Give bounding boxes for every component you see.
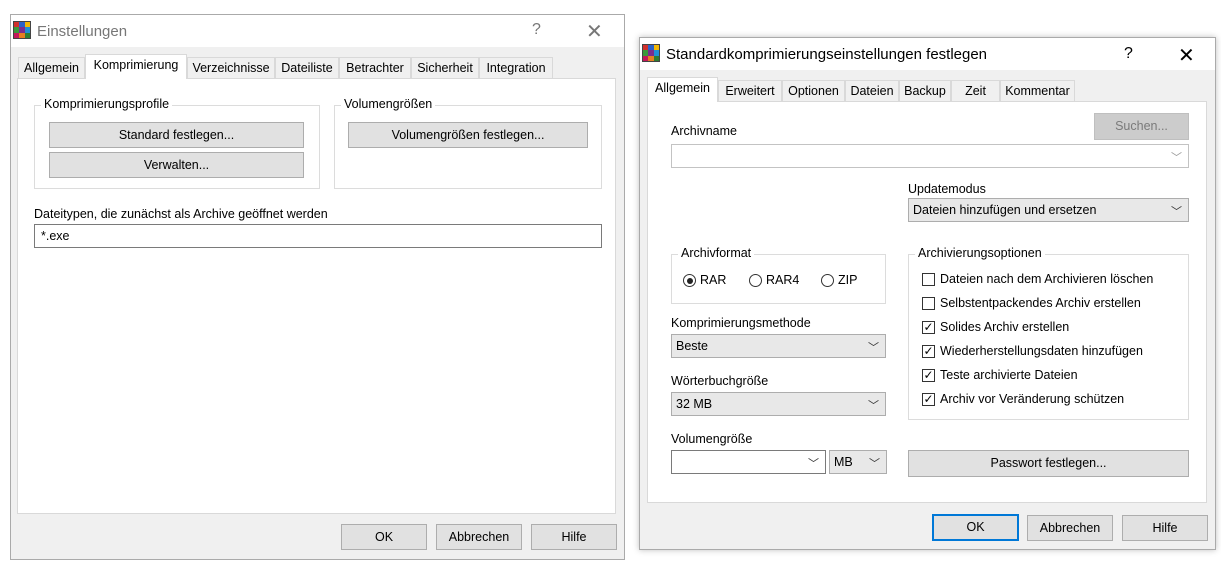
- radio-zip[interactable]: [821, 274, 834, 287]
- browse-button[interactable]: Suchen...: [1094, 113, 1189, 140]
- cancel-button[interactable]: Abbrechen: [1027, 515, 1113, 541]
- winrar-app-icon: [642, 44, 660, 62]
- dictionary-label: Wörterbuchgröße: [671, 374, 769, 388]
- chevron-down-icon: ﹀: [869, 458, 880, 470]
- tab-betrachter[interactable]: Betrachter: [339, 57, 411, 78]
- set-password-button[interactable]: Passwort festlegen...: [908, 450, 1189, 477]
- archiving-options-legend: Archivierungsoptionen: [915, 246, 1045, 260]
- tab-optionen[interactable]: Optionen: [782, 80, 845, 101]
- compression-titlebar: Standardkomprimierungseinstellungen fest…: [640, 38, 1215, 70]
- option-delete-label: Dateien nach dem Archivieren löschen: [940, 272, 1154, 286]
- method-select[interactable]: Beste ﹀: [671, 334, 886, 358]
- settings-titlebar: Einstellungen ? ✕: [11, 15, 624, 47]
- option-recovery-label: Wiederherstellungsdaten hinzufügen: [940, 344, 1143, 358]
- option-solid-label: Solides Archiv erstellen: [940, 320, 1070, 334]
- set-standard-button[interactable]: Standard festlegen...: [49, 122, 304, 148]
- method-label: Komprimierungsmethode: [671, 316, 811, 330]
- settings-dialog: Einstellungen ? ✕ Allgemein Komprimierun…: [10, 14, 625, 560]
- method-value: Beste: [676, 339, 708, 353]
- volume-unit-select[interactable]: MB ﹀: [829, 450, 887, 474]
- tab-komprimierung[interactable]: Komprimierung: [85, 54, 187, 79]
- archiving-options-group: Archivierungsoptionen Dateien nach dem A…: [908, 246, 1189, 420]
- update-mode-select[interactable]: Dateien hinzufügen und ersetzen ﹀: [908, 198, 1189, 222]
- radio-rar-label: RAR: [700, 273, 727, 287]
- tab-dateien[interactable]: Dateien: [845, 80, 899, 101]
- option-delete-checkbox[interactable]: [922, 273, 935, 286]
- volume-size-input[interactable]: ﹀: [671, 450, 826, 474]
- filetypes-input[interactable]: *.exe: [34, 224, 602, 248]
- volume-size-label: Volumengröße: [671, 432, 753, 446]
- manage-profiles-button[interactable]: Verwalten...: [49, 152, 304, 178]
- general-tab-panel: Archivname Suchen... ﹀ Updatemodus Datei…: [647, 101, 1207, 503]
- archive-name-label: Archivname: [671, 124, 737, 138]
- ok-button[interactable]: OK: [341, 524, 427, 550]
- archive-name-input[interactable]: ﹀: [671, 144, 1189, 168]
- compression-title: Standardkomprimierungseinstellungen fest…: [666, 46, 988, 63]
- help-icon[interactable]: ?: [532, 21, 541, 39]
- tab-zeit[interactable]: Zeit: [951, 80, 1000, 101]
- cancel-button[interactable]: Abbrechen: [436, 524, 522, 550]
- archive-format-legend: Archivformat: [678, 246, 755, 260]
- chevron-down-icon: ﹀: [1171, 206, 1182, 218]
- help-icon[interactable]: ?: [1124, 45, 1133, 63]
- tab-allgemein[interactable]: Allgemein: [18, 57, 85, 78]
- settings-title: Einstellungen: [37, 23, 128, 40]
- default-compression-dialog: Standardkomprimierungseinstellungen fest…: [639, 37, 1216, 550]
- update-mode-value: Dateien hinzufügen und ersetzen: [913, 203, 1097, 217]
- volume-unit-value: MB: [834, 455, 853, 469]
- tab-verzeichnisse[interactable]: Verzeichnisse: [187, 57, 275, 78]
- set-volume-sizes-button[interactable]: Volumengrößen festlegen...: [348, 122, 588, 148]
- volume-sizes-group: Volumengrößen Volumengrößen festlegen...: [334, 97, 602, 189]
- tab-allgemein[interactable]: Allgemein: [647, 77, 718, 102]
- option-sfx-label: Selbstentpackendes Archiv erstellen: [940, 296, 1141, 310]
- option-test-checkbox[interactable]: ✓: [922, 369, 935, 382]
- update-mode-label: Updatemodus: [908, 182, 986, 196]
- option-sfx-checkbox[interactable]: [922, 297, 935, 310]
- dictionary-select[interactable]: 32 MB ﹀: [671, 392, 886, 416]
- tab-erweitert[interactable]: Erweitert: [718, 80, 782, 101]
- chevron-down-icon: ﹀: [1171, 152, 1182, 164]
- help-button[interactable]: Hilfe: [1122, 515, 1208, 541]
- tab-dateiliste[interactable]: Dateiliste: [275, 57, 339, 78]
- option-lock-checkbox[interactable]: ✓: [922, 393, 935, 406]
- tab-sicherheit[interactable]: Sicherheit: [411, 57, 479, 78]
- tab-backup[interactable]: Backup: [899, 80, 951, 101]
- ok-button[interactable]: OK: [932, 514, 1019, 541]
- dictionary-value: 32 MB: [676, 397, 713, 411]
- winrar-app-icon: [13, 21, 31, 39]
- volume-sizes-legend: Volumengrößen: [341, 97, 436, 111]
- filetypes-label: Dateitypen, die zunächst als Archive geö…: [34, 207, 328, 221]
- help-button[interactable]: Hilfe: [531, 524, 617, 550]
- chevron-down-icon: ﹀: [868, 342, 879, 354]
- radio-rar4[interactable]: [749, 274, 762, 287]
- profiles-group: Komprimierungsprofile Standard festlegen…: [34, 97, 320, 189]
- close-icon[interactable]: ✕: [586, 19, 603, 44]
- compression-tab-panel: Komprimierungsprofile Standard festlegen…: [17, 78, 616, 514]
- tab-kommentar[interactable]: Kommentar: [1000, 80, 1075, 101]
- profiles-legend: Komprimierungsprofile: [41, 97, 173, 111]
- option-recovery-checkbox[interactable]: ✓: [922, 345, 935, 358]
- tab-integration[interactable]: Integration: [479, 57, 553, 78]
- radio-rar4-label: RAR4: [766, 273, 800, 287]
- option-test-label: Teste archivierte Dateien: [940, 368, 1078, 382]
- close-icon[interactable]: ✕: [1178, 43, 1195, 68]
- option-lock-label: Archiv vor Veränderung schützen: [940, 392, 1125, 406]
- radio-zip-label: ZIP: [838, 273, 858, 287]
- option-solid-checkbox[interactable]: ✓: [922, 321, 935, 334]
- radio-rar[interactable]: [683, 274, 696, 287]
- chevron-down-icon: ﹀: [868, 400, 879, 412]
- archive-format-group: Archivformat RAR RAR4 ZIP: [671, 246, 886, 304]
- chevron-down-icon: ﹀: [808, 458, 819, 470]
